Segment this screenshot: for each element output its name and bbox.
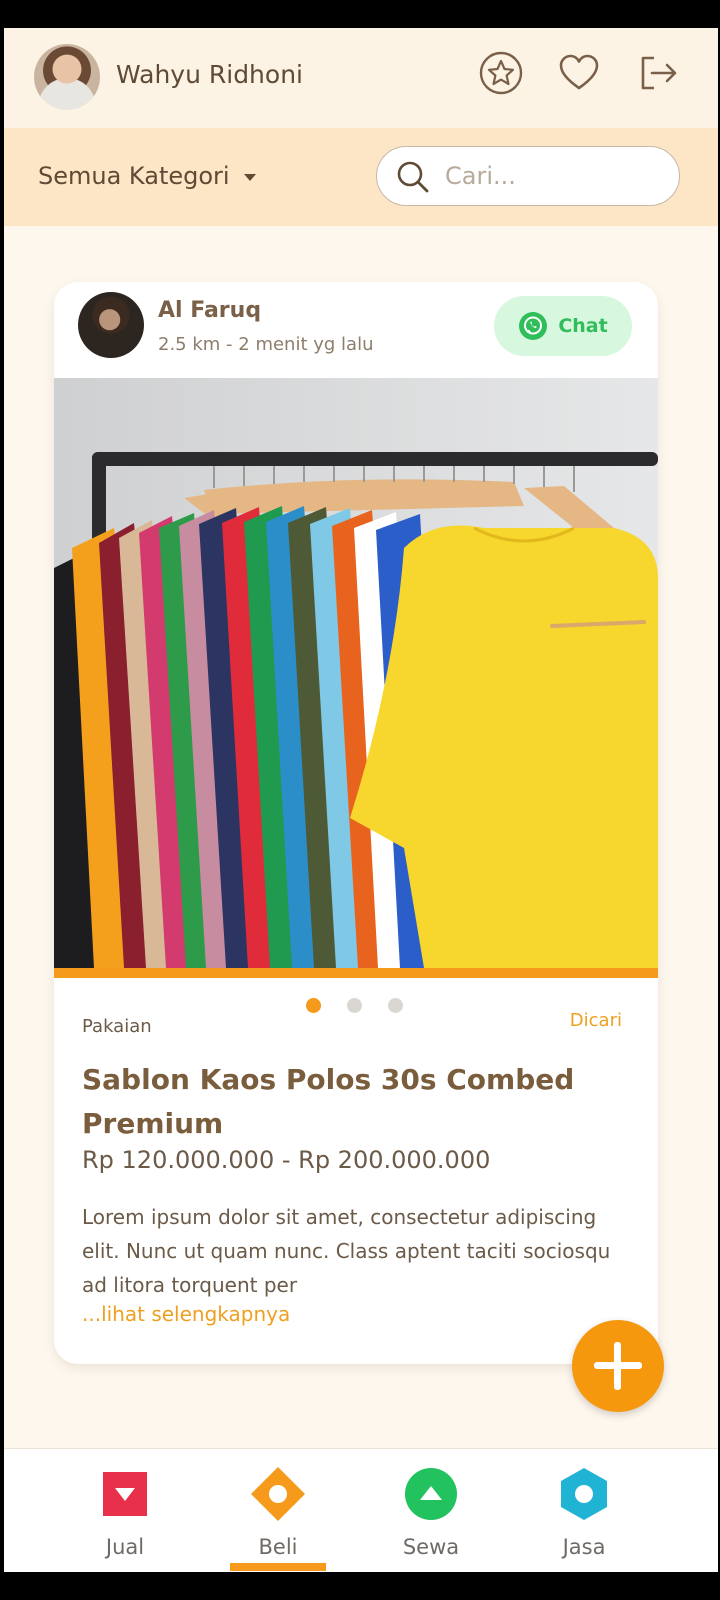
star-icon[interactable] (478, 50, 524, 96)
product-category: Pakaian (82, 1016, 152, 1037)
heart-icon[interactable] (556, 50, 602, 96)
filter-bar: Semua Kategori (4, 128, 718, 226)
seller-distance: 2.5 km (158, 334, 221, 355)
active-tab-indicator (230, 1563, 326, 1571)
nav-label-beli: Beli (258, 1535, 298, 1559)
image-pager[interactable] (306, 998, 403, 1013)
nav-label-jasa: Jasa (562, 1535, 606, 1559)
add-listing-button[interactable] (572, 1320, 664, 1412)
user-name: Wahyu Ridhoni (116, 60, 303, 89)
read-more-link[interactable]: ...lihat selengkapnya (82, 1302, 290, 1326)
seller-avatar[interactable] (78, 292, 144, 358)
nav-item-sewa[interactable]: Sewa (376, 1467, 486, 1559)
square-down-icon (98, 1467, 152, 1521)
top-header: Wahyu Ridhoni (4, 28, 718, 128)
circle-up-icon (404, 1467, 458, 1521)
category-dropdown-label: Semua Kategori (38, 162, 230, 190)
chat-button-label: Chat (558, 315, 608, 337)
hexagon-icon (557, 1467, 611, 1521)
product-description: Lorem ipsum dolor sit amet, consectetur … (82, 1205, 611, 1297)
search-box[interactable] (376, 146, 680, 206)
logout-icon[interactable] (636, 50, 682, 96)
status-badge: Dicari (569, 1010, 622, 1031)
nav-item-beli[interactable]: Beli (223, 1467, 333, 1559)
app-screen: Wahyu Ridhoni Semua Kategori Cari... Al … (4, 28, 718, 1572)
seller-meta: 2.5 km - 2 menit yg lalu (158, 334, 373, 355)
listing-card[interactable]: Al Faruq 2.5 km - 2 menit yg lalu Chat P… (54, 282, 658, 1364)
search-input[interactable] (443, 153, 667, 199)
search-icon (397, 161, 429, 193)
bottom-nav: Jual Beli Sewa Jasa (4, 1448, 718, 1572)
seller-time: - 2 menit yg lalu (226, 334, 374, 355)
nav-label-jual: Jual (105, 1535, 145, 1559)
nav-item-jual[interactable]: Jual (70, 1467, 180, 1559)
user-avatar[interactable] (34, 44, 100, 110)
product-title[interactable]: Sablon Kaos Polos 30s Combed Premium (82, 1058, 622, 1146)
chat-button[interactable]: Chat (494, 296, 632, 356)
pager-dot-active[interactable] (306, 998, 321, 1013)
diamond-icon (251, 1467, 305, 1521)
pager-dot[interactable] (388, 998, 403, 1013)
category-dropdown[interactable]: Semua Kategori (38, 162, 256, 190)
product-image[interactable] (54, 378, 658, 968)
image-accent-bar (54, 968, 658, 978)
pager-dot[interactable] (347, 998, 362, 1013)
seller-name: Al Faruq (158, 298, 262, 323)
nav-item-jasa[interactable]: Jasa (529, 1467, 639, 1559)
nav-label-sewa: Sewa (402, 1535, 460, 1559)
caret-down-icon (243, 173, 256, 181)
whatsapp-icon (519, 312, 548, 340)
product-price: Rp 120.000.000 - Rp 200.000.000 (82, 1146, 491, 1174)
